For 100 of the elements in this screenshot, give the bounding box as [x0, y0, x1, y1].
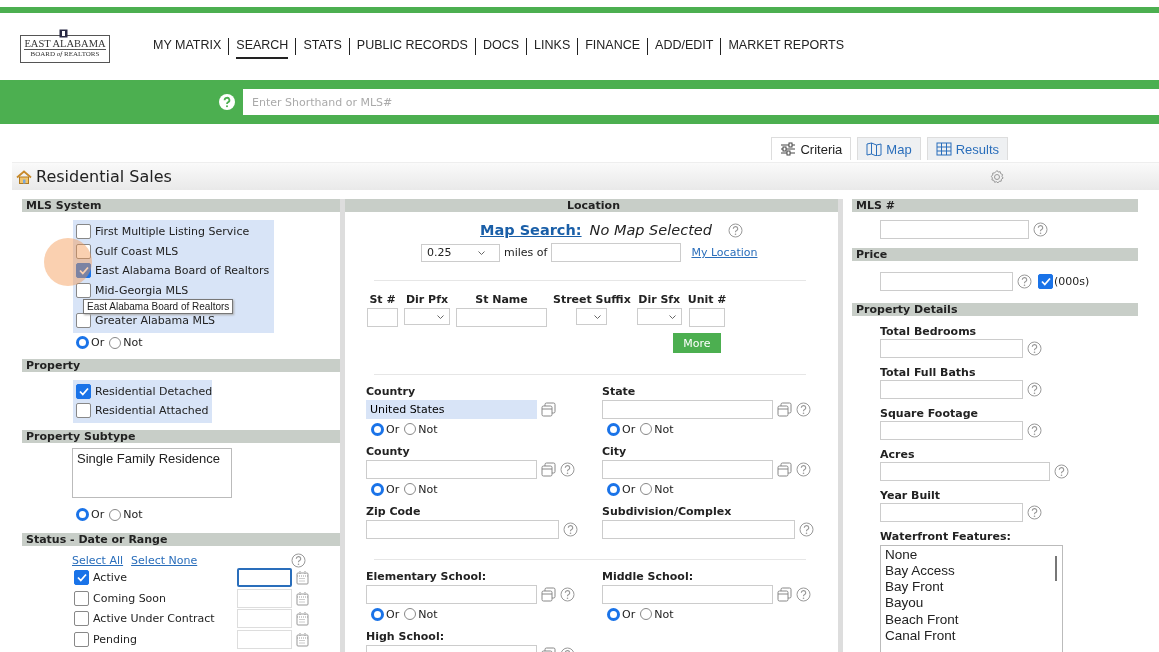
radio-button[interactable] [76, 508, 89, 521]
checkbox[interactable] [76, 282, 91, 298]
checkbox[interactable] [76, 403, 91, 419]
radio-label: Or [622, 422, 636, 436]
field-label: Year Built [880, 488, 941, 503]
radio-label: Or [386, 607, 400, 621]
dropdown[interactable] [636, 308, 682, 325]
caret-icon [477, 250, 485, 255]
map-search-link[interactable]: Map Search: [480, 222, 582, 238]
field-label: Dir Sfx [638, 293, 681, 306]
radio-label: Or [91, 336, 105, 349]
input-field[interactable] [880, 380, 1023, 399]
help-icon [1027, 341, 1042, 356]
my-location-link[interactable]: My Location [691, 246, 758, 259]
map-status: No Map Selected [589, 222, 712, 238]
dropdown[interactable] [404, 308, 450, 325]
input-field[interactable] [689, 308, 726, 327]
check-icon [76, 573, 87, 583]
settings-icon [989, 168, 1005, 185]
radio-button[interactable] [640, 608, 653, 620]
list-item[interactable]: Bay Front [885, 579, 1058, 596]
checkbox[interactable] [74, 590, 89, 606]
input-field[interactable] [366, 584, 537, 604]
help-icon [291, 552, 306, 568]
input-field[interactable]: United States [366, 399, 537, 419]
radius-dropdown[interactable]: 0.25 [421, 243, 500, 262]
nav-link[interactable]: ADD/EDIT [655, 34, 714, 59]
radio-label: Not [418, 422, 438, 436]
checkbox[interactable] [76, 224, 91, 240]
dropdown[interactable] [576, 308, 608, 325]
list-box[interactable]: None Bay Access Bay Front Bayou Beach Front Canal Front [880, 544, 1063, 652]
radio-button[interactable] [109, 508, 122, 521]
radio-button[interactable] [76, 336, 89, 349]
checkbox-label: Residential Detached [95, 384, 213, 398]
select-all-link[interactable]: Select All [72, 553, 124, 567]
nav-link[interactable]: PUBLIC RECORDS [356, 34, 468, 59]
radio-button[interactable] [371, 422, 384, 436]
input-field[interactable] [880, 421, 1023, 440]
list-item[interactable]: Bayou [885, 595, 1058, 612]
checkbox[interactable] [74, 631, 89, 647]
input-field[interactable] [366, 519, 559, 539]
nav-link[interactable]: MY MATRIX [153, 34, 222, 59]
nav-link[interactable]: MARKET REPORTS [728, 34, 844, 59]
checkbox[interactable] [76, 263, 91, 279]
input-field[interactable] [880, 272, 1013, 292]
checkbox[interactable] [1038, 274, 1053, 290]
input-field[interactable] [367, 308, 398, 327]
radio-button[interactable] [607, 607, 620, 621]
field-label: Subdivision/Complex [602, 505, 732, 519]
radio-button[interactable] [607, 482, 620, 496]
list-item[interactable]: Bay Access [885, 562, 1058, 580]
input-field[interactable] [880, 503, 1023, 522]
input-field[interactable] [456, 308, 547, 327]
sliders-icon [780, 142, 797, 156]
checkbox[interactable] [76, 243, 91, 259]
view-tab[interactable]: Map [857, 137, 921, 160]
checkbox[interactable] [76, 313, 91, 329]
checkbox[interactable] [76, 383, 91, 399]
input-field[interactable] [366, 459, 537, 479]
list-box[interactable]: Single Family Residence [72, 447, 232, 498]
radio-button[interactable] [640, 423, 653, 435]
nav-link[interactable]: SEARCH [236, 34, 289, 59]
radio-button[interactable] [371, 607, 384, 621]
radio-button[interactable] [607, 422, 620, 436]
radio-button[interactable] [371, 482, 384, 496]
list-item[interactable]: Single Family Residence [77, 450, 227, 466]
list-item[interactable]: Beach Front [885, 611, 1058, 628]
field-label: Zip Code [366, 505, 421, 519]
input-field[interactable] [602, 584, 773, 604]
input-field[interactable] [602, 459, 773, 479]
nav-link[interactable]: FINANCE [585, 34, 641, 59]
input-field[interactable] [551, 243, 682, 262]
radio-button[interactable] [404, 423, 417, 435]
checkbox[interactable] [74, 570, 89, 586]
section-header: Property Details [852, 302, 1138, 316]
list-item[interactable]: Canal Front [885, 628, 1058, 645]
input-field[interactable] [880, 462, 1050, 481]
radio-button[interactable] [109, 336, 122, 349]
input-field[interactable] [880, 339, 1023, 358]
help-icon [1033, 222, 1048, 237]
date-field[interactable] [237, 568, 292, 588]
input-field[interactable] [880, 220, 1029, 239]
radio-button[interactable] [404, 483, 417, 495]
list-item[interactable]: None [885, 546, 1058, 563]
input-field[interactable] [602, 399, 773, 419]
calendar-icon [296, 590, 309, 606]
scrollbar-thumb[interactable] [1055, 555, 1057, 581]
input-field[interactable] [602, 519, 795, 539]
nav-link[interactable]: LINKS [534, 34, 571, 59]
field-label: Elementary School: [366, 570, 487, 584]
calendar-icon [296, 570, 309, 586]
search-field[interactable]: Enter Shorthand or MLS# [243, 89, 1159, 115]
radio-button[interactable] [640, 483, 653, 495]
view-tab[interactable]: Criteria [771, 137, 852, 160]
view-tab[interactable]: Results [926, 137, 1008, 160]
checkbox[interactable] [74, 611, 89, 627]
radio-button[interactable] [404, 608, 417, 620]
nav-link[interactable]: DOCS [482, 34, 520, 59]
nav-link[interactable]: STATS [303, 34, 342, 59]
select-none-link[interactable]: Select None [131, 553, 198, 567]
